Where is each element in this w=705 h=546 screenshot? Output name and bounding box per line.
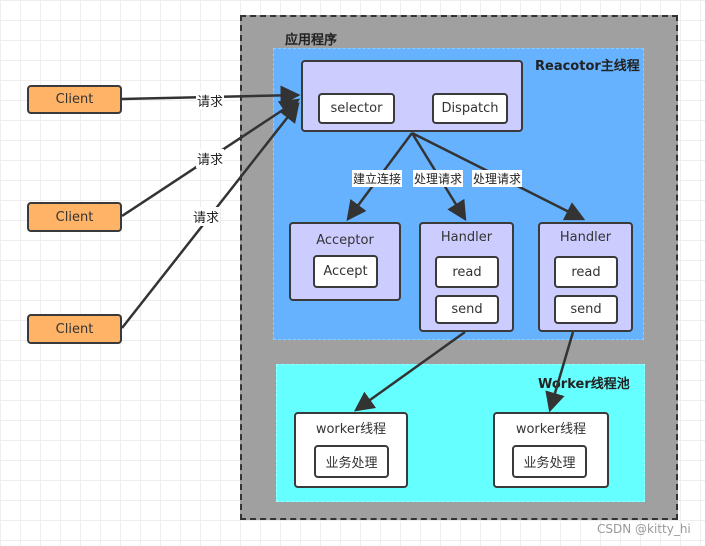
diagram-canvas: 应用程序 Reacotor主线程 selector Dispatch Accep… — [0, 0, 705, 546]
request-label: 请求 — [196, 149, 225, 168]
watermark: CSDN @kitty_hi — [597, 522, 691, 536]
handle-label: 处理请求 — [472, 170, 523, 187]
worker-arrow — [545, 331, 575, 413]
request-label: 请求 — [192, 207, 221, 226]
connect-label: 建立连接 — [352, 170, 403, 187]
arrows-layer — [121, 85, 586, 413]
worker-arrow — [353, 330, 466, 412]
request-label: 请求 — [196, 91, 225, 110]
handle-label: 处理请求 — [413, 170, 464, 187]
